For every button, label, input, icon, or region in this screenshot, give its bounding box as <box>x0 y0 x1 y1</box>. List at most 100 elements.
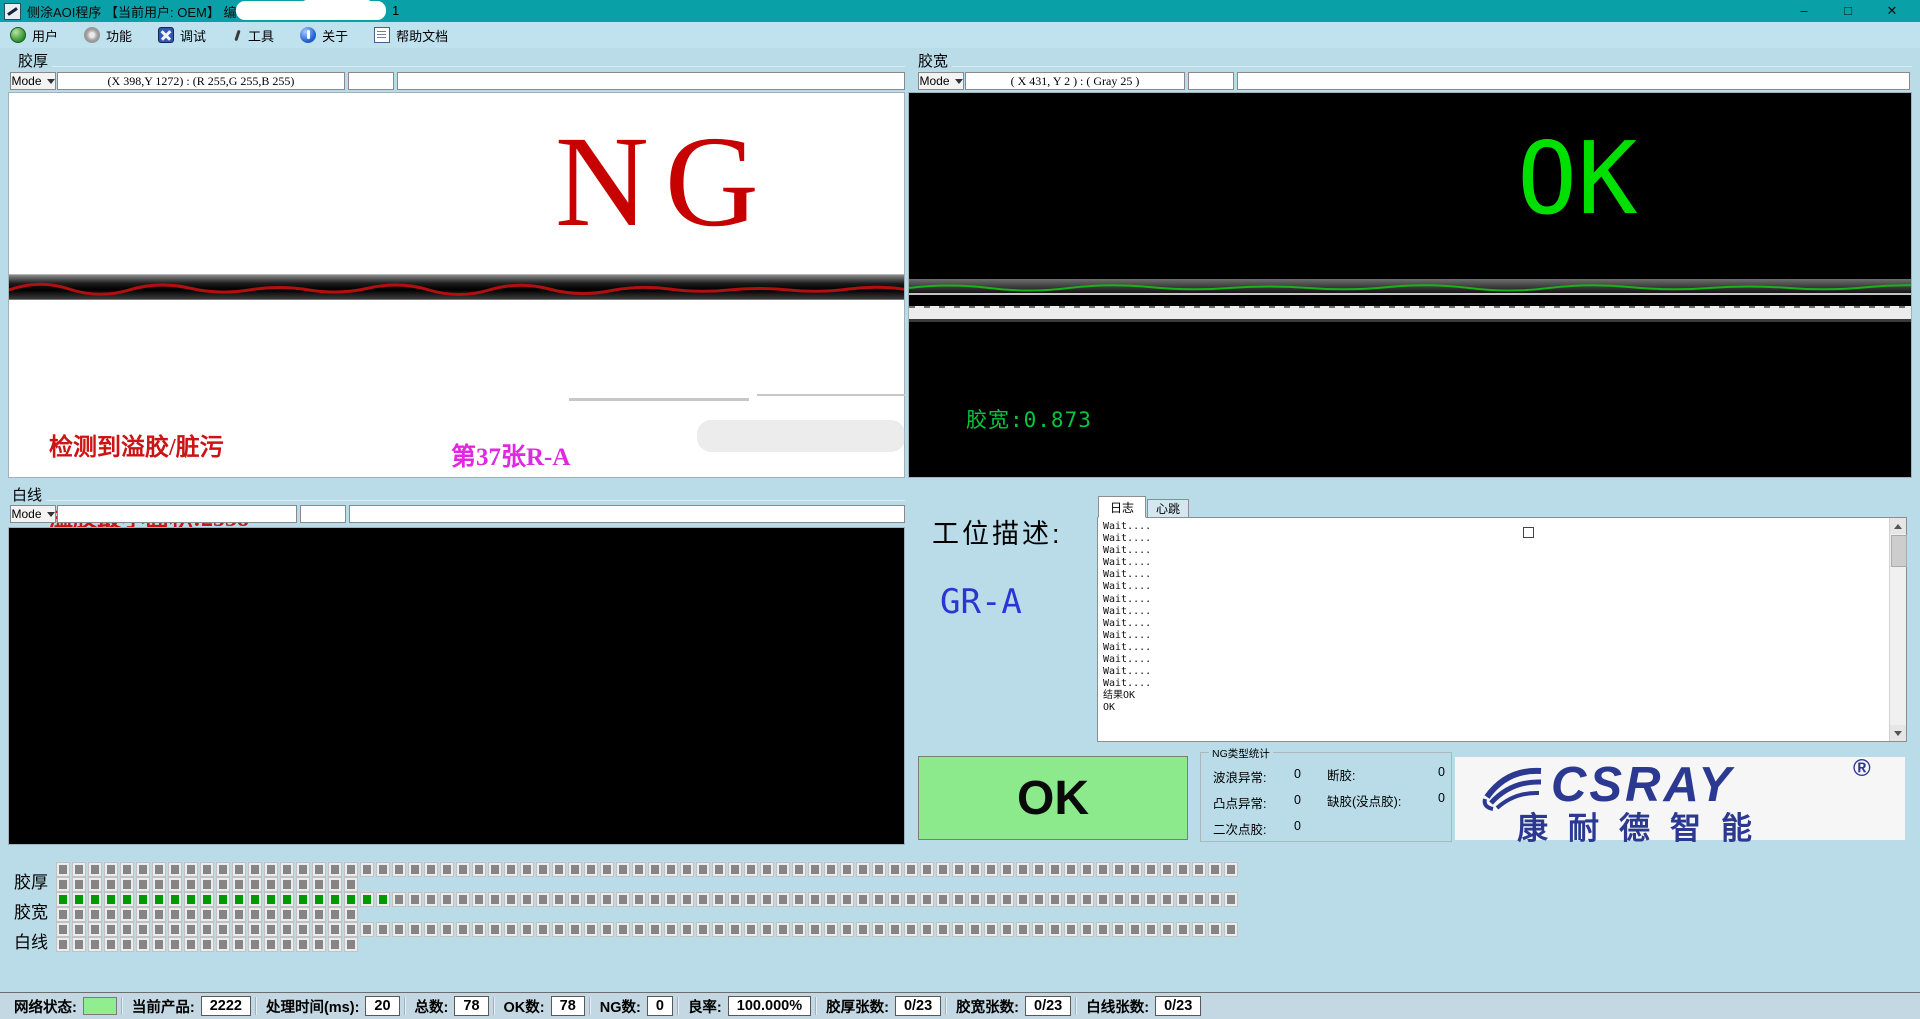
log-line: Wait.... <box>1103 581 1151 593</box>
log-checkbox[interactable] <box>1523 527 1534 538</box>
network-status-indicator <box>83 997 117 1015</box>
progress-cell <box>1065 863 1077 876</box>
scroll-down-arrow[interactable] <box>1890 725 1906 741</box>
progress-cell <box>73 863 85 876</box>
tab-log[interactable]: 日志 <box>1098 496 1146 518</box>
panel-title-whiteline: 白线 <box>12 484 42 505</box>
progress-cell <box>985 863 997 876</box>
status-bar: 网络状态:当前产品:2222处理时间(ms):20总数:78OK数:78NG数:… <box>0 992 1920 1019</box>
image-view-whiteline[interactable] <box>8 527 905 845</box>
pixel-info-thickness[interactable]: (X 398,Y 1272) : (R 255,G 255,B 255) <box>57 72 345 90</box>
menu-item-user[interactable]: 用户 <box>0 22 74 48</box>
progress-cell <box>217 923 229 936</box>
menu-item-debug[interactable]: 调试 <box>148 22 222 48</box>
separator <box>945 997 946 1015</box>
progress-cell <box>409 863 421 876</box>
progress-cell <box>841 893 853 906</box>
pixel-info-whiteline[interactable] <box>57 505 297 523</box>
progress-group-label: 胶厚 <box>14 868 48 893</box>
toolbar-field-small-thickness[interactable] <box>348 72 394 90</box>
progress-cell <box>73 878 85 891</box>
progress-cell <box>889 893 901 906</box>
close-button[interactable]: ✕ <box>1870 0 1914 22</box>
progress-cell <box>329 923 341 936</box>
progress-cell <box>1225 893 1237 906</box>
toolbar-field-long-width[interactable] <box>1237 72 1910 90</box>
progress-cell <box>217 878 229 891</box>
progress-cell <box>937 923 949 936</box>
progress-cell <box>969 863 981 876</box>
progress-cell <box>89 878 101 891</box>
progress-cell <box>329 893 341 906</box>
progress-cell <box>185 908 197 921</box>
scrollbar-thumb[interactable] <box>1891 535 1907 567</box>
progress-cell <box>1081 923 1093 936</box>
progress-cell <box>57 923 69 936</box>
progress-cell <box>713 863 725 876</box>
progress-cell <box>649 923 661 936</box>
progress-cell <box>361 893 373 906</box>
progress-cell <box>105 863 117 876</box>
log-line: Wait.... <box>1103 606 1151 618</box>
menu-item-func[interactable]: 功能 <box>74 22 148 48</box>
progress-cell <box>729 863 741 876</box>
progress-cell <box>1097 863 1109 876</box>
log-line: OK <box>1103 702 1151 714</box>
progress-cell <box>89 938 101 951</box>
status-label: 良率: <box>688 996 722 1017</box>
mode-dropdown-thickness[interactable]: Mode <box>10 72 56 90</box>
progress-cell <box>121 923 133 936</box>
progress-cell <box>217 863 229 876</box>
progress-cell <box>153 878 165 891</box>
progress-cell <box>393 863 405 876</box>
progress-cell <box>537 923 549 936</box>
progress-cell <box>265 893 277 906</box>
menu-item-tools[interactable]: 工具 <box>222 22 290 48</box>
progress-cell <box>745 863 757 876</box>
toolbar-field-small-width[interactable] <box>1188 72 1234 90</box>
progress-cell <box>329 878 341 891</box>
progress-cell <box>249 878 261 891</box>
progress-cell <box>345 878 357 891</box>
glue-edge-strip <box>9 274 904 300</box>
progress-cell <box>729 893 741 906</box>
scroll-up-arrow[interactable] <box>1890 518 1906 534</box>
progress-cell <box>681 893 693 906</box>
progress-cell <box>137 863 149 876</box>
progress-cell <box>889 923 901 936</box>
progress-row <box>57 878 361 891</box>
progress-cell <box>297 878 309 891</box>
log-line: 结果OK <box>1103 690 1151 702</box>
minimize-button[interactable]: – <box>1782 0 1826 22</box>
tab-heartbeat[interactable]: 心跳 <box>1147 499 1189 518</box>
toolbar-field-long-whiteline[interactable] <box>349 505 905 523</box>
toolbar-field-small-whiteline[interactable] <box>300 505 346 523</box>
glue-wave-line-green <box>909 281 1911 293</box>
toolbar-field-long-thickness[interactable] <box>397 72 905 90</box>
pixel-info-width[interactable]: ( X 431, Y 2 ) : ( Gray 25 ) <box>965 72 1185 90</box>
ng-stats-col1: 波浪异常:0凸点异常:0二次点胶:0 <box>1213 767 1301 845</box>
progress-cell <box>393 923 405 936</box>
menu-item-about[interactable]: 关于 <box>290 22 364 48</box>
progress-cell <box>969 923 981 936</box>
progress-cell <box>601 923 613 936</box>
progress-cell <box>473 893 485 906</box>
progress-cell <box>1145 923 1157 936</box>
separator <box>1075 997 1076 1015</box>
progress-cell <box>265 938 277 951</box>
menu-item-help[interactable]: 帮助文档 <box>364 22 464 48</box>
maximize-button[interactable]: □ <box>1826 0 1870 22</box>
image-view-thickness[interactable]: NG 检测到溢胶/脏污 溢胶最小面积:2538 溢胶最大面积:2638 第37张… <box>8 92 905 478</box>
progress-cell <box>105 923 117 936</box>
progress-cell <box>681 863 693 876</box>
mode-dropdown-width[interactable]: Mode <box>918 72 964 90</box>
image-view-width[interactable]: OK 胶宽:0.873 <box>908 92 1912 478</box>
progress-cell <box>105 893 117 906</box>
status-value: 0/23 <box>1025 996 1071 1016</box>
mode-dropdown-whiteline[interactable]: Mode <box>10 505 56 523</box>
progress-cell <box>1177 893 1189 906</box>
progress-cell <box>1193 893 1205 906</box>
progress-cell <box>617 923 629 936</box>
status-label: 胶厚张数: <box>826 996 889 1017</box>
progress-cell <box>281 908 293 921</box>
